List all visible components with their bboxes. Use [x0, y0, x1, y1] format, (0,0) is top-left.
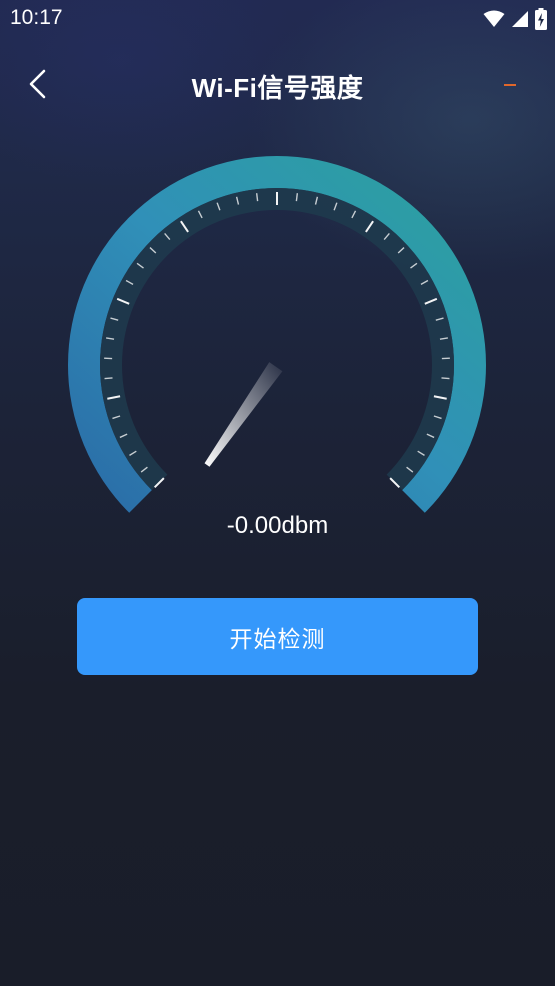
app-header: Wi-Fi信号强度 [0, 58, 555, 110]
menu-indicator[interactable] [504, 84, 516, 86]
signal-gauge: -0.00dbm [60, 150, 495, 550]
start-detection-button[interactable]: 开始检测 [77, 598, 478, 675]
gauge-needle [204, 362, 283, 467]
battery-charging-icon [535, 8, 547, 30]
status-time: 10:17 [10, 6, 63, 29]
gauge-minor-tick [441, 377, 450, 380]
gauge-minor-tick [255, 193, 259, 202]
wifi-icon [483, 10, 505, 27]
signal-reading: -0.00dbm [226, 512, 329, 539]
gauge-minor-tick [104, 377, 113, 380]
status-bar: 10:17 [0, 0, 555, 40]
gauge-dial [68, 155, 486, 513]
page-title: Wi-Fi信号强度 [191, 73, 364, 103]
cellular-signal-icon [512, 11, 528, 27]
status-icons [477, 8, 547, 30]
gauge-minor-tick [295, 193, 299, 202]
